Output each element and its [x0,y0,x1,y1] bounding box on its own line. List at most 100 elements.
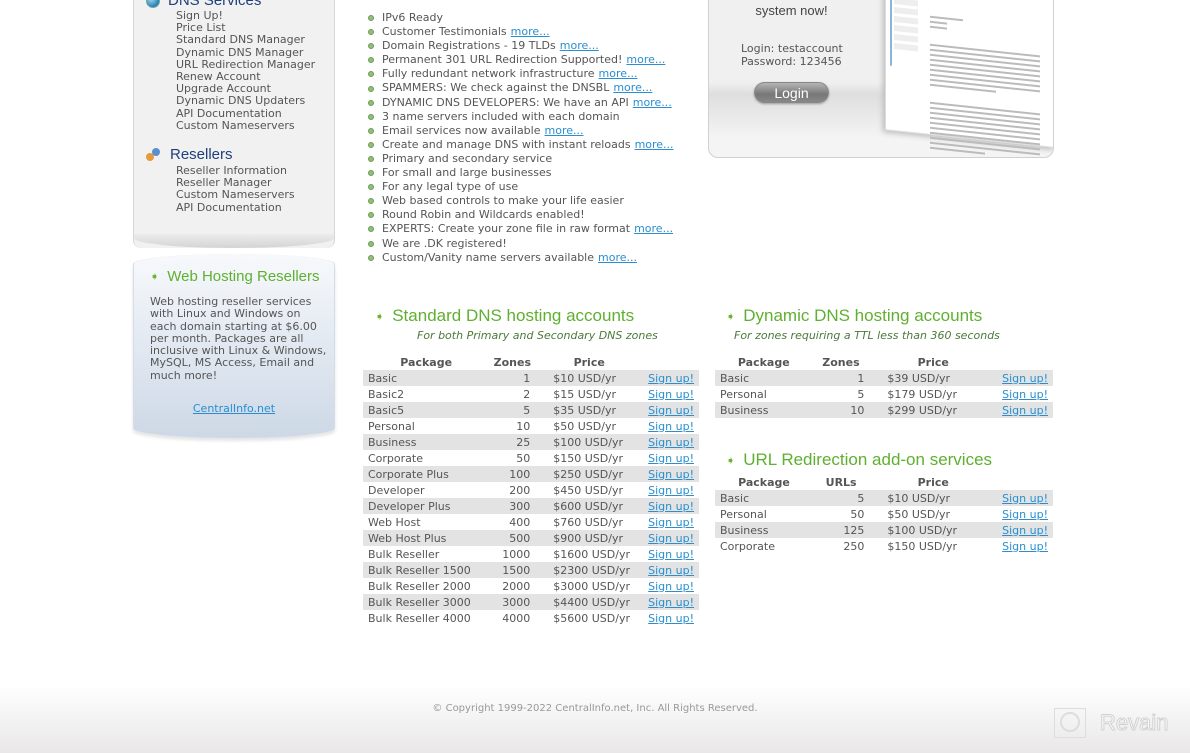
sidebar-link[interactable]: API Documentation [176,107,315,120]
bullet-icon [368,71,374,78]
sign-up-link[interactable]: Sign up! [648,452,694,465]
price-cell: $760 USD/yr [553,515,623,529]
feature-text: IPv6 Ready [382,11,444,24]
sidebar-link[interactable]: API Documentation [176,201,295,214]
feature-text: EXPERTS: Create your zone file in raw fo… [382,222,631,236]
column-header: Price [573,355,605,369]
sign-up-link[interactable]: Sign up! [648,612,694,625]
sign-up-link[interactable]: Sign up! [1002,404,1048,417]
footer: © Copyright 1999-2022 CentralInfo.net, I… [0,686,1190,753]
price-cell: $10 USD/yr [535,370,644,386]
feature-text: DYNAMIC DNS DEVELOPERS: We have an API [382,95,629,109]
price-cell: $15 USD/yr [553,387,616,401]
standard-dns-subtitle: For both Primary and Secondary DNS zones [417,329,658,342]
table-row: Developer Plus 300 $600 USD/yr Sign up! [363,498,699,514]
package-cell: Web Host Plus [363,530,490,546]
price-cell: $5600 USD/yr [553,611,630,625]
more-link[interactable]: more... [560,39,599,53]
sign-up-link[interactable]: Sign up! [648,580,694,593]
sign-up-link[interactable]: Sign up! [1002,372,1048,385]
sign-up-link[interactable]: Sign up! [1002,388,1048,401]
more-link[interactable]: more... [511,25,550,39]
quantity-cell: 2000 [502,579,531,593]
sign-up-link[interactable]: Sign up! [648,532,694,545]
package-cell: Web Host [368,515,421,529]
sidebar-link[interactable]: Standard DNS Manager [176,34,315,46]
column-header: Package [738,475,790,489]
standard-dns-table: Package Zones Price Basic 1 $10 USD/yr Sign up… [363,354,699,626]
more-link[interactable]: more... [634,222,673,236]
more-link[interactable]: more... [626,53,665,67]
more-link[interactable]: more... [545,124,584,138]
quantity-cell: 1000 [502,547,531,561]
login-button[interactable]: Login [754,82,829,103]
signup-cell: Sign up! [643,530,699,546]
demo-login-panel: system now! Login: testaccount Password:… [708,0,1054,158]
feature-text: Create and manage DNS with instant reloa… [382,137,631,151]
signup-cell: Sign up! [643,370,699,386]
bullet-icon [368,29,374,36]
sign-up-link[interactable]: Sign up! [1002,524,1048,537]
sign-up-link[interactable]: Sign up! [648,404,694,417]
more-link[interactable]: more... [635,138,674,152]
sign-up-link[interactable]: Sign up! [1002,508,1048,521]
package-cell: Basic5 [363,402,490,418]
package-cell: Basic [715,370,813,386]
more-link[interactable]: more... [599,67,638,81]
more-link[interactable]: more... [633,96,672,110]
signup-cell: Sign up! [643,450,699,466]
feature-item: IPv6 Ready [368,11,674,25]
sign-up-link[interactable]: Sign up! [648,388,694,401]
web-hosting-resellers-title: Web Hosting Resellers [167,268,320,285]
feature-item: Web based controls to make your life eas… [368,194,674,208]
sign-up-link[interactable]: Sign up! [648,564,694,577]
signup-cell: Sign up! [643,562,699,578]
quantity-cell: 1500 [489,562,536,578]
package-cell: Corporate [368,451,423,465]
signup-cell: Sign up! [997,386,1053,402]
sign-up-link[interactable]: Sign up! [648,420,694,433]
package-cell: Bulk Reseller 4000 [368,611,471,625]
sign-up-link[interactable]: Sign up! [648,372,694,385]
signup-cell: Sign up! [997,490,1053,506]
table-row: Bulk Reseller 4000 4000 $5600 USD/yr Sign u… [363,610,699,626]
more-link[interactable]: more... [598,251,637,265]
bullet-icon [368,155,374,162]
demo-credentials: Login: testaccount Password: 123456 [741,42,843,68]
quantity-cell: 3000 [489,594,536,610]
sign-up-link[interactable]: Sign up! [648,468,694,481]
sidebar-link[interactable]: Dynamic DNS Manager [176,46,315,59]
sign-up-link[interactable]: Sign up! [648,436,694,449]
price-cell: $600 USD/yr [535,498,644,514]
demo-login-text: Login: testaccount [741,42,843,55]
table-row: Web Host Plus 500 $900 USD/yr Sign up! [363,530,699,546]
url-redirection-title: URL Redirection add-on services [743,450,993,469]
package-cell: Personal [720,387,767,401]
sign-up-link[interactable]: Sign up! [648,548,694,561]
sidebar-link[interactable]: Custom Nameservers [176,119,315,132]
sidebar-link[interactable]: Custom Nameservers [176,189,295,201]
bullet-icon [368,15,374,22]
column-header: URLs [825,475,857,489]
sign-up-link[interactable]: Sign up! [648,500,694,513]
sign-up-link[interactable]: Sign up! [648,596,694,609]
signup-cell: Sign up! [643,578,699,594]
signup-cell: Sign up! [997,522,1053,538]
column-header: Zones [822,355,860,369]
sidebar-link[interactable]: Dynamic DNS Updaters [176,95,315,107]
centralinfo-link[interactable]: CentralInfo.net [193,402,275,415]
bullet-icon [368,240,374,247]
resellers-title: Resellers [170,146,233,163]
arrow-right-icon: ➧ [150,270,160,283]
sign-up-link[interactable]: Sign up! [1002,492,1048,505]
sign-up-link[interactable]: Sign up! [648,516,694,529]
signup-cell: Sign up! [643,514,699,530]
signup-cell: Sign up! [643,402,699,418]
sign-up-link[interactable]: Sign up! [648,484,694,497]
revain-logo-icon [1054,708,1086,738]
table-row: Basic 1 $39 USD/yr Sign up! [715,370,1053,386]
more-link[interactable]: more... [613,81,652,95]
feature-text: For small and large businesses [382,166,552,180]
quantity-cell: 4000 [502,611,531,625]
sign-up-link[interactable]: Sign up! [1002,540,1048,553]
